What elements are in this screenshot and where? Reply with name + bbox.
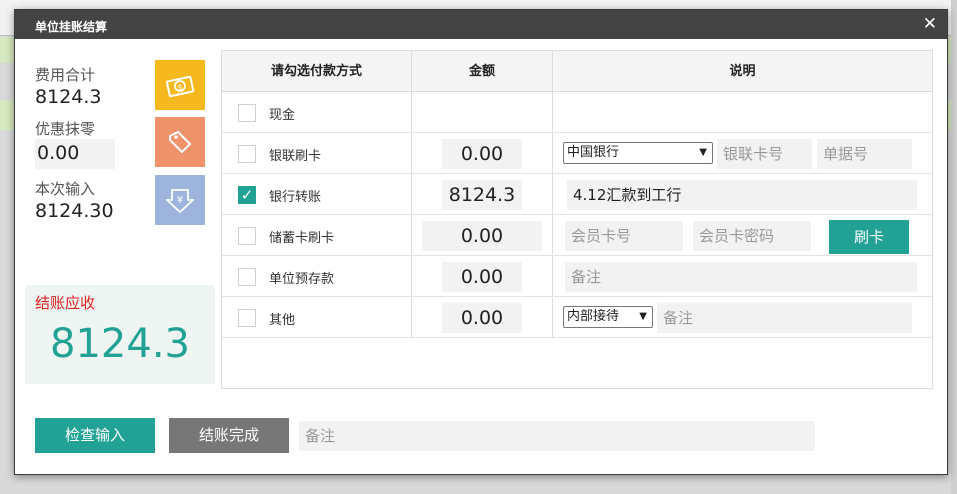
- discount-input[interactable]: 0.00: [35, 139, 115, 169]
- dialog-titlebar: 单位挂账结算 ✕: [15, 10, 947, 39]
- member-password-input[interactable]: 会员卡密码: [693, 221, 811, 251]
- footer-note-input[interactable]: 备注: [299, 421, 815, 451]
- amount-due-panel: 结账应收 8124.3: [25, 285, 215, 384]
- chevron-down-icon: ▼: [699, 147, 707, 158]
- member-card-input[interactable]: 会员卡号: [565, 221, 683, 251]
- table-header: 请勾选付款方式 金额 说明: [222, 51, 932, 92]
- table-row-cash: 现金: [222, 92, 932, 133]
- payment-table: 请勾选付款方式 金额 说明 现金 银联刷卡 0.00 中国银行 ▼ 银联卡号 单…: [221, 50, 933, 389]
- header-method: 请勾选付款方式: [270, 64, 362, 79]
- prepaid-label: 单位预存款: [269, 272, 335, 287]
- money-icon: $: [155, 60, 205, 110]
- settlement-dialog: 单位挂账结算 ✕ 费用合计 8124.3 优惠抹零 0.00 本次输入 8124…: [14, 9, 948, 475]
- swipe-card-button[interactable]: 刷卡: [829, 220, 909, 254]
- page-scrollbar[interactable]: [951, 0, 957, 494]
- table-row-other: 其他 0.00 内部接待 ▼ 备注: [222, 297, 932, 338]
- svg-text:$: $: [177, 83, 182, 92]
- table-row-bank-transfer: ✓ 银行转账 8124.3 4.12汇款到工行: [222, 174, 932, 215]
- bank-transfer-label: 银行转账: [269, 190, 322, 205]
- other-label: 其他: [269, 313, 296, 328]
- prepaid-note-input[interactable]: 备注: [565, 262, 917, 292]
- table-row-unionpay: 银联刷卡 0.00 中国银行 ▼ 银联卡号 单据号: [222, 133, 932, 174]
- unionpay-checkbox[interactable]: [238, 145, 256, 163]
- dialog-title: 单位挂账结算: [35, 20, 108, 34]
- header-description: 说明: [729, 64, 756, 79]
- prepaid-checkbox[interactable]: [238, 268, 256, 286]
- amount-due-value: 8124.3: [50, 321, 190, 367]
- bank-transfer-checkbox[interactable]: ✓: [238, 186, 256, 204]
- receipt-number-input[interactable]: 单据号: [817, 139, 912, 169]
- bank-transfer-note-input[interactable]: 4.12汇款到工行: [567, 180, 917, 210]
- finish-checkout-button[interactable]: 结账完成: [169, 418, 289, 453]
- debit-card-checkbox[interactable]: [238, 227, 256, 245]
- table-row-debit-card: 储蓄卡刷卡 0.00 会员卡号 会员卡密码 刷卡: [222, 215, 932, 256]
- table-row-prepaid: 单位预存款 0.00 备注: [222, 256, 932, 297]
- other-amount-input[interactable]: 0.00: [442, 303, 522, 333]
- amount-due-label: 结账应收: [35, 294, 96, 312]
- chevron-down-icon: ▼: [639, 311, 647, 322]
- other-type-select-value: 内部接待: [567, 309, 620, 324]
- debit-card-amount-input[interactable]: 0.00: [422, 221, 542, 251]
- other-note-input[interactable]: 备注: [657, 303, 912, 333]
- bank-transfer-amount-input[interactable]: 8124.3: [442, 180, 522, 210]
- bank-select-value: 中国银行: [567, 145, 620, 160]
- other-type-select[interactable]: 内部接待 ▼: [563, 306, 653, 328]
- cash-label: 现金: [269, 108, 296, 123]
- tag-icon: [155, 117, 205, 167]
- header-amount: 金额: [468, 64, 495, 79]
- total-label: 费用合计: [35, 66, 96, 84]
- close-icon[interactable]: ✕: [923, 14, 937, 34]
- discount-label: 优惠抹零: [35, 120, 96, 138]
- check-input-button[interactable]: 检查输入: [35, 418, 155, 453]
- prepaid-amount-input[interactable]: 0.00: [442, 262, 522, 292]
- unionpay-label: 银联刷卡: [269, 149, 322, 164]
- unionpay-card-input[interactable]: 银联卡号: [717, 139, 812, 169]
- total-value: 8124.3: [35, 86, 102, 108]
- cash-checkbox[interactable]: [238, 104, 256, 122]
- bank-select[interactable]: 中国银行 ▼: [563, 142, 713, 164]
- yuan-download-icon: ¥: [155, 175, 205, 225]
- svg-text:¥: ¥: [177, 195, 183, 206]
- debit-card-label: 储蓄卡刷卡: [269, 231, 335, 246]
- other-checkbox[interactable]: [238, 309, 256, 327]
- input-label: 本次输入: [35, 180, 96, 198]
- input-value: 8124.30: [35, 200, 114, 222]
- unionpay-amount-input[interactable]: 0.00: [442, 139, 522, 169]
